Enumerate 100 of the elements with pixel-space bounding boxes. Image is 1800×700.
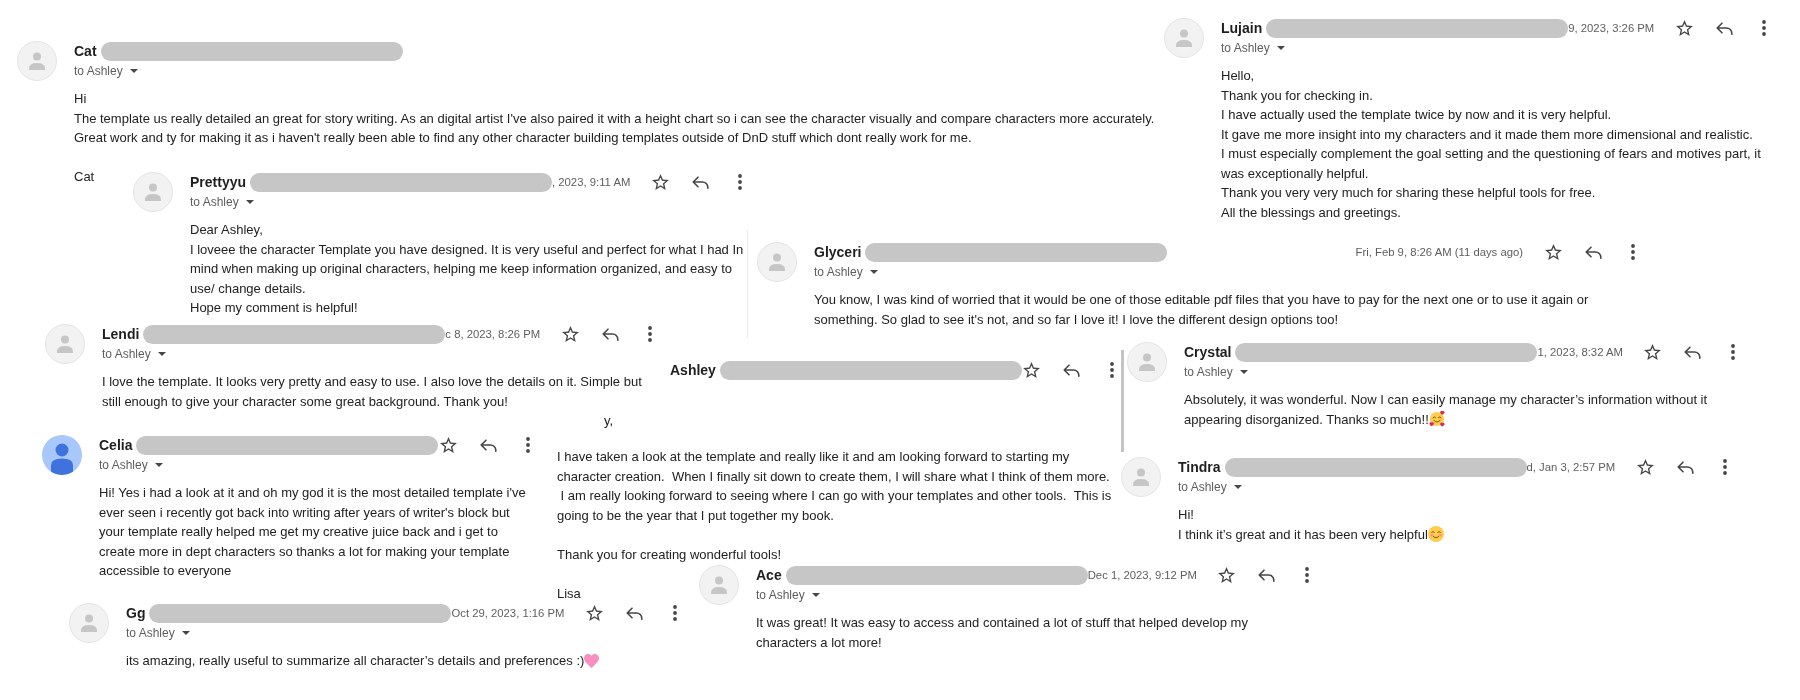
sender-name: Ashley [670, 361, 716, 379]
more-icon[interactable] [648, 326, 653, 342]
message-text: Lisa [557, 585, 581, 601]
date-label: Oct 29, 2023, 1:16 PM [451, 606, 565, 620]
caret-icon[interactable] [1276, 46, 1285, 50]
caret-icon[interactable] [181, 631, 190, 635]
recipient-label: to Ashley [99, 458, 148, 472]
message-text: Dear Ashley, [190, 222, 263, 238]
message-text: its amazing, really useful to summarize all character’s details and preferences :) [126, 653, 585, 669]
avatar-icon [45, 324, 85, 364]
message-text: It gave me more insight into my characters and it made them more dimensional and realistic. [1221, 126, 1753, 142]
reply-icon[interactable] [1258, 568, 1276, 582]
more-icon[interactable] [738, 174, 743, 190]
sender-name: Cat [74, 42, 97, 60]
message-text: Hi! [1178, 507, 1194, 523]
message-text: Great work and ty for making it as i haven't really been able to find any other character building templates outside of DnD stuff which dont really work for me. [74, 130, 972, 146]
sender-name: Ace [756, 566, 782, 584]
smiling-face-icon [1427, 525, 1444, 542]
message-text: Hi! Yes i had a look at it and oh my god it is the most detailed template i've ever seen i recently got back into writing after years of writer's block but your template really helped me get my creative juice back and i get to create more in dept characters so thanks a lot for making your template accessible to everyone [99, 485, 526, 579]
message-text: I must especially complement the goal setting and the questioning of fears and motives part, it was exceptionally helpful. [1221, 146, 1761, 181]
more-icon[interactable] [1723, 459, 1728, 475]
date-label: 9, 2023, 3:26 PM [1568, 21, 1655, 35]
star-icon[interactable] [651, 174, 669, 190]
message-text: I loveee the character Template you have designed. It is very useful and perfect for what I had In mind when making up original characters, helping me keep information organized, and easy to use/ change details. [190, 241, 744, 296]
more-icon[interactable] [1730, 344, 1735, 360]
recipient-label: to Ashley [190, 195, 239, 209]
avatar-icon [42, 435, 82, 475]
more-icon[interactable] [1304, 567, 1309, 583]
date-label: 1, 2023, 8:32 AM [1537, 345, 1623, 359]
sender-name: Tindra [1178, 458, 1221, 476]
message-text: Hope my comment is helpful! [190, 300, 358, 316]
sender-name: Prettyyu [190, 173, 247, 191]
caret-icon[interactable] [129, 69, 138, 73]
sender-name: Gg [126, 604, 146, 622]
star-icon[interactable] [1544, 244, 1562, 260]
reply-icon[interactable] [626, 606, 643, 620]
message-text: I have actually used the template twice by now and it is very helpful. [1221, 107, 1612, 123]
message-text: Thank you for creating wonderful tools! [557, 546, 781, 562]
caret-icon[interactable] [157, 352, 166, 356]
caret-icon[interactable] [811, 593, 820, 597]
message-text: Thank you for checking in. [1221, 87, 1373, 103]
message-text: I have taken a look at the template and really like it and am looking forward to starting my character creation. When I finally sit down to create them, I will share what I think of them more. I am really looking forward to seeing where I can go with your templates and other tools. This is going to be the year that I put together my book. [557, 449, 1112, 523]
avatar-icon [1164, 18, 1204, 58]
star-icon[interactable] [586, 605, 603, 621]
recipient-label: to Ashley [74, 64, 123, 78]
star-icon[interactable] [561, 326, 579, 342]
heart-icon [584, 654, 600, 669]
star-icon[interactable] [439, 437, 457, 453]
sender-name: Glyceri [814, 243, 862, 261]
message-text: Hello, [1221, 68, 1255, 84]
more-icon[interactable] [1762, 20, 1767, 36]
date-label: c 8, 2023, 8:26 PM [445, 327, 541, 341]
message-text: y, [604, 413, 614, 428]
message-text: Cat [74, 169, 95, 185]
recipient-label: to Ashley [102, 347, 151, 361]
avatar-icon [1121, 457, 1161, 497]
message-text: appearing disorganized. Thanks so much!! [1184, 411, 1429, 427]
reply-icon[interactable] [601, 327, 619, 341]
more-icon[interactable] [672, 605, 677, 621]
recipient-label: to Ashley [814, 265, 863, 279]
caret-icon[interactable] [1233, 485, 1242, 489]
message-text: I think it’s great and it has been very helpful [1178, 526, 1428, 542]
message-text: It was great! It was easy to access and contained a lot of stuff that helped develop my characters a lot more! [756, 615, 1248, 650]
date-label: Fri, Feb 9, 8:26 AM (11 days ago) [1355, 245, 1523, 259]
date-label: d, Jan 3, 2:57 PM [1526, 460, 1616, 474]
caret-icon[interactable] [245, 200, 254, 204]
reply-icon[interactable] [479, 438, 497, 452]
caret-icon[interactable] [869, 270, 878, 274]
avatar-icon [757, 242, 797, 282]
star-icon[interactable] [1218, 567, 1236, 583]
message-text: All the blessings and greetings. [1221, 204, 1401, 220]
message-text: You know, I was kind of worried that it would be one of those editable pdf files that you have to pay for the next one or to use it again or something. So glad to see it's not, and so far I love it! I love the different design options too! [814, 292, 1589, 327]
message-text: Thank you very very much for sharing these helpful tools for free. [1221, 185, 1596, 201]
reply-icon[interactable] [1715, 21, 1733, 35]
avatar-icon [17, 41, 57, 81]
sender-name: Crystal [1184, 343, 1232, 361]
more-icon[interactable] [526, 437, 531, 453]
reply-icon[interactable] [1684, 345, 1702, 359]
smiling-face-hearts-icon [1428, 410, 1445, 427]
star-icon[interactable] [1636, 459, 1654, 475]
avatar-icon [699, 565, 739, 605]
sender-name: Celia [99, 436, 133, 454]
recipient-label: to Ashley [1184, 365, 1233, 379]
more-icon[interactable] [1631, 244, 1635, 260]
reply-icon[interactable] [1676, 460, 1694, 474]
star-icon[interactable] [1644, 344, 1662, 360]
reply-icon[interactable] [1063, 363, 1081, 377]
caret-icon[interactable] [154, 463, 163, 467]
recipient-label: to Ashley [756, 588, 805, 602]
caret-icon[interactable] [1239, 370, 1248, 374]
sender-name: Lendi [102, 325, 140, 343]
avatar-icon [133, 172, 173, 212]
recipient-label: to Ashley [1178, 480, 1227, 494]
avatar-icon [69, 603, 109, 643]
recipient-label: to Ashley [1221, 41, 1270, 55]
more-icon[interactable] [1109, 362, 1114, 378]
reply-icon[interactable] [1584, 245, 1602, 259]
reply-icon[interactable] [691, 175, 709, 189]
star-icon[interactable] [1023, 362, 1041, 378]
star-icon[interactable] [1675, 20, 1693, 36]
